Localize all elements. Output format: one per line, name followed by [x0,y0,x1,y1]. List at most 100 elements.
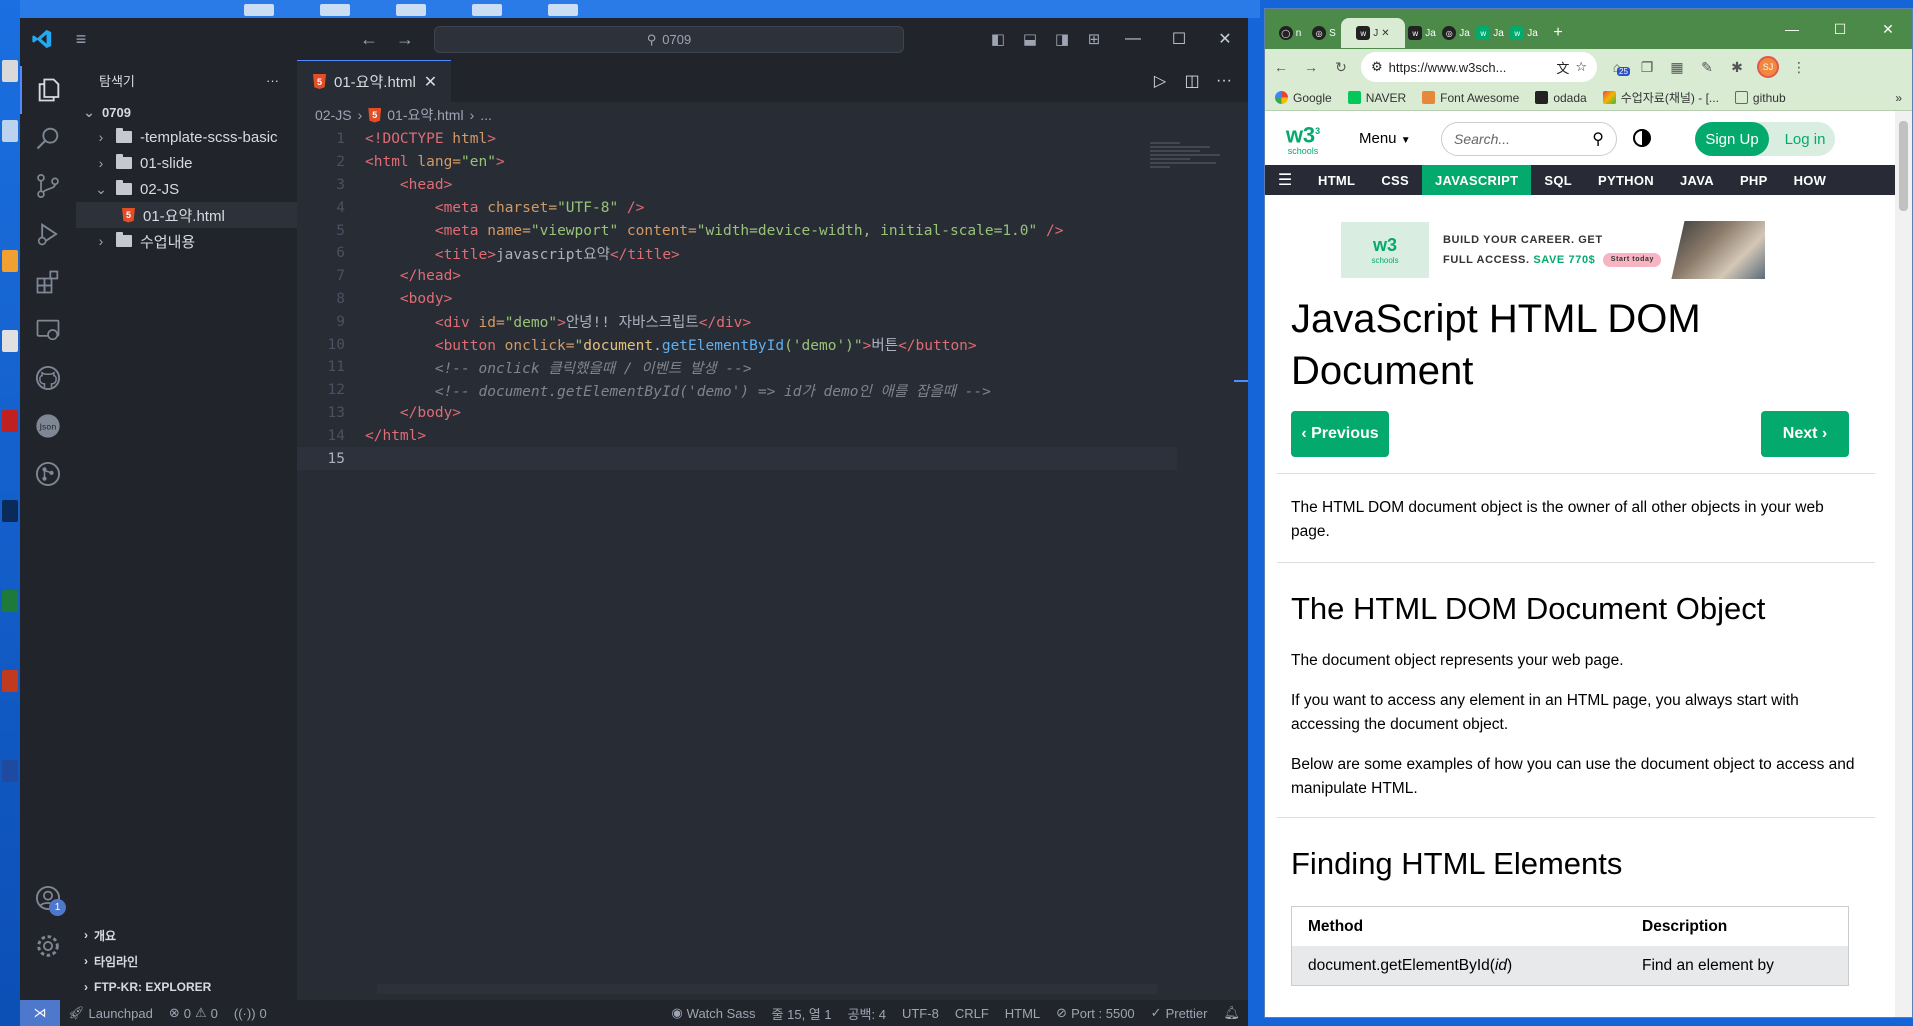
nav-css[interactable]: CSS [1368,165,1422,195]
next-button[interactable]: Next › [1761,411,1849,457]
cursor-position[interactable]: 줄 15, 열 1 [764,1004,840,1023]
browser-tab[interactable]: ◎ S [1307,18,1341,48]
toggle-sidebar-icon[interactable]: ◧ [982,18,1014,60]
extensions-icon[interactable] [20,258,76,306]
source-control-icon[interactable] [20,162,76,210]
hamburger-icon[interactable]: ☰ [1265,170,1305,190]
section-outline[interactable]: › 개요 [76,922,297,948]
browser-tab[interactable]: w Ja [1507,18,1541,48]
breadcrumb-more[interactable]: ... [480,107,492,123]
desktop-icon[interactable] [2,250,18,272]
search-icon[interactable] [20,114,76,162]
run-icon[interactable]: ▷ [1146,71,1174,91]
nav-php[interactable]: PHP [1727,165,1781,195]
previous-button[interactable]: ‹ Previous [1291,411,1389,457]
browser-tab[interactable]: w Ja [1405,18,1439,48]
nav-html[interactable]: HTML [1305,165,1368,195]
search-icon[interactable]: ⚲ [1592,129,1604,149]
signup-button[interactable]: Sign Up [1695,122,1769,156]
json-icon[interactable]: Json [20,402,76,450]
translate-icon[interactable]: 文 [1556,58,1569,77]
desktop-icon[interactable] [472,4,502,16]
extension-icon[interactable]: ⌂25 [1607,59,1630,76]
github-icon[interactable] [20,354,76,402]
remote-indicator-icon[interactable]: ⋊ [20,1000,60,1026]
browser-tab-active[interactable]: w J ✕ [1341,18,1405,48]
maximize-button[interactable]: ☐ [1816,9,1864,49]
desktop-icon[interactable] [2,410,18,432]
bookmark-class-materials[interactable]: 수업자료(채널) - [... [1602,89,1719,106]
customize-layout-icon[interactable]: ⊞ [1078,18,1110,60]
section-timeline[interactable]: › 타임라인 [76,948,297,974]
ad-button[interactable]: Start today [1603,253,1662,268]
search-input[interactable]: Search... ⚲ [1441,122,1617,156]
more-actions-icon[interactable]: ··· [266,73,279,88]
desktop-icon[interactable] [244,4,274,16]
minimize-button[interactable]: — [1768,9,1816,49]
extensions-puzzle-icon[interactable]: ✱ [1727,59,1747,76]
command-center[interactable]: ⚲ 0709 [434,26,904,53]
toggle-panel-icon[interactable]: ⬓ [1014,18,1046,60]
settings-gear-icon[interactable] [20,922,76,970]
more-bookmarks-icon[interactable]: » [1895,91,1902,105]
breadcrumb-folder[interactable]: 02-JS [315,107,352,123]
tree-folder-class-notes[interactable]: › 수업내용 [76,228,297,254]
prettier-status[interactable]: ✓ Prettier [1143,1005,1216,1021]
bookmark-odada[interactable]: odada [1535,91,1587,105]
editor-tab-01-summary-html[interactable]: 5 01-요약.html ✕ [297,60,452,102]
desktop-icon[interactable] [2,670,18,692]
nav-java[interactable]: JAVA [1667,165,1727,195]
menu-dropdown[interactable]: Menu ▼ [1359,130,1411,147]
tree-folder-02-js[interactable]: ⌄ 02-JS [76,176,297,202]
git-graph-icon[interactable] [20,450,76,498]
encoding-status[interactable]: UTF-8 [894,1006,947,1021]
language-status[interactable]: HTML [997,1006,1048,1021]
desktop-icon[interactable] [2,330,18,352]
browser-tab[interactable]: ◎ Ja [1439,18,1473,48]
menu-icon[interactable]: ≡ [64,18,98,60]
login-button[interactable]: Log in [1775,122,1835,156]
profile-avatar[interactable]: SJ [1757,56,1779,78]
ad-banner[interactable]: w3 schools BUILD YOUR CAREER. GET FULL A… [1341,219,1811,281]
bookmark-google[interactable]: Google [1275,91,1332,105]
eol-status[interactable]: CRLF [947,1006,997,1021]
remote-explorer-icon[interactable] [20,306,76,354]
explorer-icon[interactable] [20,66,76,114]
desktop-icon[interactable] [2,60,18,82]
desktop-icon[interactable] [396,4,426,16]
back-arrow-icon[interactable]: ← [1271,59,1291,75]
bookmark-github[interactable]: github [1734,91,1786,105]
site-info-icon[interactable]: ⚙ [1371,59,1383,75]
live-server-status[interactable]: ⊘ Port : 5500 [1048,1005,1143,1021]
maximize-button[interactable]: ☐ [1156,18,1202,60]
desktop-icon[interactable] [2,590,18,612]
problems-status[interactable]: ⊗ 0 ⚠ 0 [161,1005,226,1021]
nav-python[interactable]: PYTHON [1585,165,1667,195]
browser-tab[interactable]: w Ja [1473,18,1507,48]
notifications-bell-icon[interactable]: 🔔︎ [1215,1005,1248,1021]
split-editor-icon[interactable]: ◫ [1178,71,1206,91]
scrollbar-thumb[interactable] [1899,121,1908,211]
close-icon[interactable]: ✕ [1381,28,1389,39]
browser-tab[interactable]: ◯ n [1273,18,1307,48]
code-editor[interactable]: 1 <!DOCTYPE html> 2 <html lang="en"> 3 <he… [297,128,1177,470]
reload-icon[interactable]: ↻ [1331,59,1351,76]
toggle-secondary-sidebar-icon[interactable]: ◨ [1046,18,1078,60]
tree-folder-template-scss-basic[interactable]: › -template-scss-basic [76,124,297,150]
bookmark-font-awesome[interactable]: Font Awesome [1422,91,1519,105]
accounts-icon[interactable]: 1 [20,874,76,922]
nav-how[interactable]: HOW [1781,165,1840,195]
new-tab-icon[interactable]: + [1541,18,1575,48]
workspace-root[interactable]: ⌄ 0709 [76,100,297,124]
close-button[interactable]: ✕ [1864,9,1912,49]
more-actions-icon[interactable]: ··· [1210,72,1238,90]
dark-mode-toggle-icon[interactable] [1633,129,1651,147]
watch-sass-status[interactable]: ◉ Watch Sass [663,1005,763,1021]
minimize-button[interactable]: — [1110,18,1156,60]
launchpad-status[interactable]: 🚀︎ Launchpad [60,1005,161,1021]
tree-folder-01-slide[interactable]: › 01-slide [76,150,297,176]
desktop-icon[interactable] [320,4,350,16]
desktop-icon[interactable] [2,120,18,142]
kebab-menu-icon[interactable]: ⋮ [1789,59,1809,76]
nav-sql[interactable]: SQL [1531,165,1585,195]
